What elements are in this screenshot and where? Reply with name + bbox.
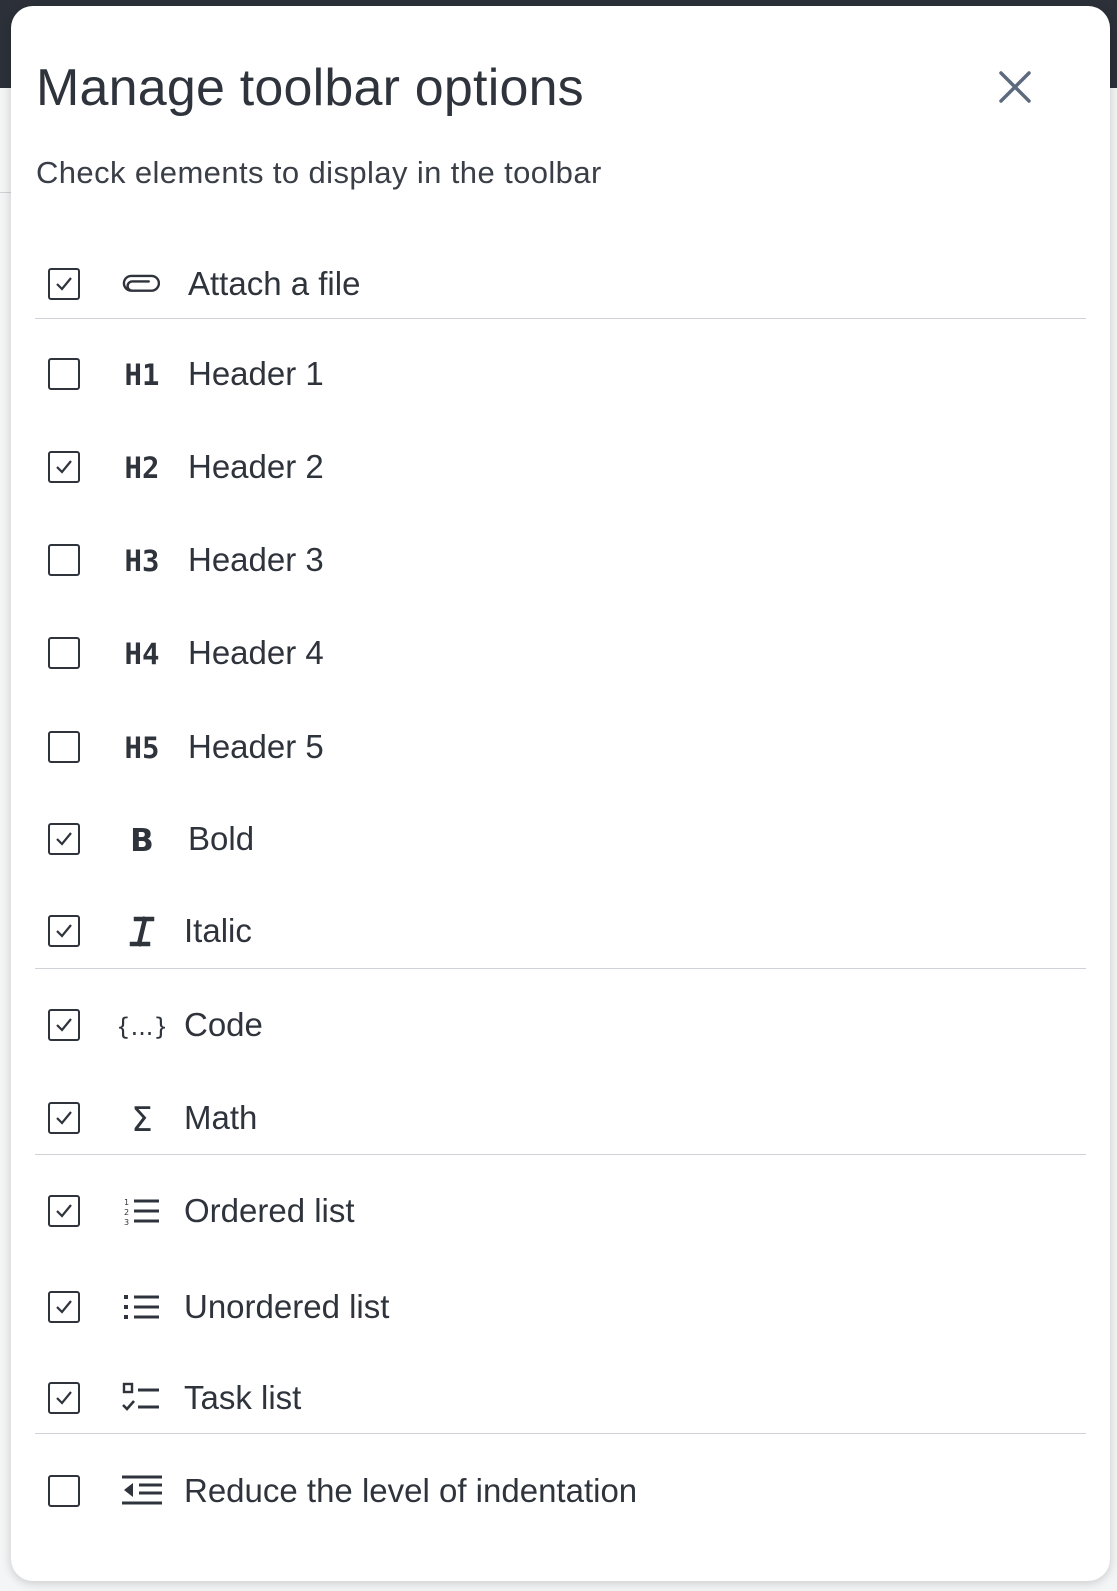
h5-icon: H5 xyxy=(119,727,165,767)
paperclip-icon xyxy=(119,264,165,304)
task-list-icon xyxy=(119,1378,165,1418)
option-label: Task list xyxy=(184,1379,302,1416)
option-label: Header 4 xyxy=(188,634,324,671)
sigma-icon: Σ xyxy=(119,1098,165,1138)
option-label: Unordered list xyxy=(184,1288,390,1325)
checkmark-icon xyxy=(56,1018,72,1032)
checkmark-icon xyxy=(56,277,72,291)
option-header-4[interactable]: H4 Header 4 xyxy=(35,615,1086,695)
option-header-2[interactable]: H2 Header 2 xyxy=(35,429,1086,509)
checkbox-ordered-list[interactable] xyxy=(48,1195,80,1227)
option-code[interactable]: {...} Code xyxy=(35,987,1086,1067)
checkmark-icon xyxy=(56,460,72,474)
separator xyxy=(35,968,1086,969)
checkbox-header-4[interactable] xyxy=(48,637,80,669)
checkbox-header-5[interactable] xyxy=(48,731,80,763)
option-header-5[interactable]: H5 Header 5 xyxy=(35,709,1086,789)
option-reduce-indentation[interactable]: Reduce the level of indentation xyxy=(35,1453,1086,1533)
h2-icon: H2 xyxy=(119,447,165,487)
close-icon xyxy=(999,71,1031,103)
checkbox-math[interactable] xyxy=(48,1102,80,1134)
checkmark-icon xyxy=(56,1391,72,1405)
option-italic[interactable]: Italic xyxy=(35,893,1086,973)
svg-text:H4: H4 xyxy=(125,637,160,671)
option-label: Attach a file xyxy=(188,265,361,302)
italic-icon xyxy=(119,911,165,951)
bold-icon: B xyxy=(119,819,165,859)
option-label: Header 1 xyxy=(188,355,324,392)
svg-text:{...}: {...} xyxy=(119,1013,165,1041)
option-label: Italic xyxy=(184,912,252,949)
checkbox-italic[interactable] xyxy=(48,915,80,947)
separator xyxy=(35,318,1086,319)
option-header-3[interactable]: H3 Header 3 xyxy=(35,522,1086,602)
checkmark-icon xyxy=(56,1204,72,1218)
checkmark-icon xyxy=(56,832,72,846)
h1-icon: H1 xyxy=(119,354,165,394)
svg-text:B: B xyxy=(130,823,154,859)
separator xyxy=(35,1433,1086,1434)
option-ordered-list[interactable]: 1 2 3 Ordered list xyxy=(35,1173,1086,1253)
close-button[interactable] xyxy=(989,61,1041,113)
option-math[interactable]: Σ Math xyxy=(35,1080,1086,1160)
svg-text:H1: H1 xyxy=(125,358,160,392)
checkbox-bold[interactable] xyxy=(48,823,80,855)
dialog-subtitle: Check elements to display in the toolbar xyxy=(36,155,602,190)
option-label: Ordered list xyxy=(184,1192,355,1229)
checkbox-header-2[interactable] xyxy=(48,451,80,483)
option-attach-file[interactable]: Attach a file xyxy=(35,246,1086,326)
option-label: Math xyxy=(184,1099,258,1136)
separator xyxy=(35,1154,1086,1155)
ordered-list-icon: 1 2 3 xyxy=(119,1191,165,1231)
svg-text:1: 1 xyxy=(124,1198,129,1207)
dialog-title: Manage toolbar options xyxy=(36,59,584,117)
checkbox-header-1[interactable] xyxy=(48,358,80,390)
manage-toolbar-dialog: Manage toolbar options Check elements to… xyxy=(11,6,1110,1581)
option-label: Bold xyxy=(188,820,255,857)
svg-text:H3: H3 xyxy=(125,544,160,578)
checkbox-reduce-indentation[interactable] xyxy=(48,1475,80,1507)
outdent-icon xyxy=(119,1471,165,1511)
option-label: Header 5 xyxy=(188,728,324,765)
option-label: Reduce the level of indentation xyxy=(184,1472,638,1509)
checkbox-task-list[interactable] xyxy=(48,1382,80,1414)
h3-icon: H3 xyxy=(119,540,165,580)
option-label: Header 2 xyxy=(188,448,324,485)
svg-text:Σ: Σ xyxy=(131,1100,152,1138)
option-label: Header 3 xyxy=(188,541,324,578)
checkbox-code[interactable] xyxy=(48,1009,80,1041)
checkbox-header-3[interactable] xyxy=(48,544,80,576)
option-unordered-list[interactable]: Unordered list xyxy=(35,1269,1086,1349)
option-bold[interactable]: B Bold xyxy=(35,801,1086,881)
option-label: Code xyxy=(184,1006,263,1043)
h4-icon: H4 xyxy=(119,633,165,673)
code-braces-icon: {...} xyxy=(119,1005,165,1045)
checkbox-unordered-list[interactable] xyxy=(48,1291,80,1323)
svg-text:H2: H2 xyxy=(125,451,160,485)
svg-text:3: 3 xyxy=(124,1218,129,1227)
svg-text:H5: H5 xyxy=(125,731,160,765)
unordered-list-icon xyxy=(119,1287,165,1327)
checkmark-icon xyxy=(56,1111,72,1125)
checkmark-icon xyxy=(56,1300,72,1314)
checkbox-attach-file[interactable] xyxy=(48,268,80,300)
option-header-1[interactable]: H1 Header 1 xyxy=(35,336,1086,416)
checkmark-icon xyxy=(56,924,72,938)
option-task-list[interactable]: Task list xyxy=(35,1360,1086,1440)
svg-text:2: 2 xyxy=(124,1208,129,1217)
